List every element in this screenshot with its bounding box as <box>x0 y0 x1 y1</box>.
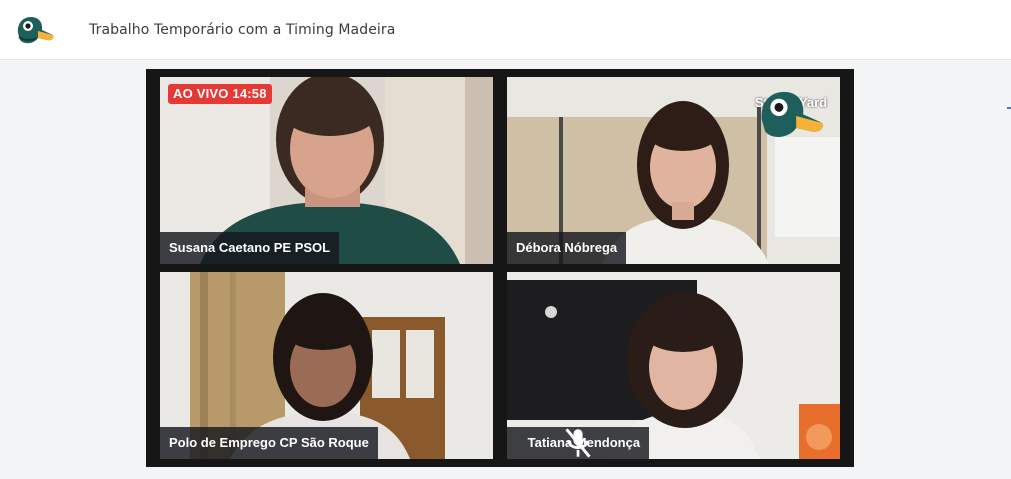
streamyard-logo-icon <box>761 91 823 138</box>
participant-tile-3[interactable]: Polo de Emprego CP São Roque <box>160 272 493 459</box>
top-bar: Trabalho Temporário com a Timing Madeira <box>0 0 1011 60</box>
participant-tile-4[interactable]: Tatiana Mendonça <box>507 272 840 459</box>
participant-name-label: Susana Caetano PE PSOL <box>169 240 331 255</box>
participant-name-2: Débora Nóbrega <box>507 232 627 264</box>
participant-tile-1[interactable]: AO VIVO 14:58 Susana Caetano PE PSOL <box>160 77 493 264</box>
participant-name-3: Polo de Emprego CP São Roque <box>160 427 378 459</box>
page-title: Trabalho Temporário com a Timing Madeira <box>89 22 396 38</box>
streamyard-branding: Desenvolvido por StreamYard <box>752 85 830 147</box>
participant-name-label: Polo de Emprego CP São Roque <box>169 435 369 450</box>
duck-logo-icon[interactable] <box>14 13 56 49</box>
live-badge: AO VIVO 14:58 <box>168 84 272 104</box>
participant-name-label: Débora Nóbrega <box>516 240 618 255</box>
participant-name-1: Susana Caetano PE PSOL <box>160 232 340 264</box>
participant-name-4: Tatiana Mendonça <box>507 427 650 459</box>
scroll-edge-marker <box>1007 107 1011 109</box>
participant-tile-2[interactable]: Desenvolvido por StreamYard Débora Nóbre… <box>507 77 840 264</box>
video-stage: AO VIVO 14:58 Susana Caetano PE PSOL Des… <box>146 69 854 467</box>
